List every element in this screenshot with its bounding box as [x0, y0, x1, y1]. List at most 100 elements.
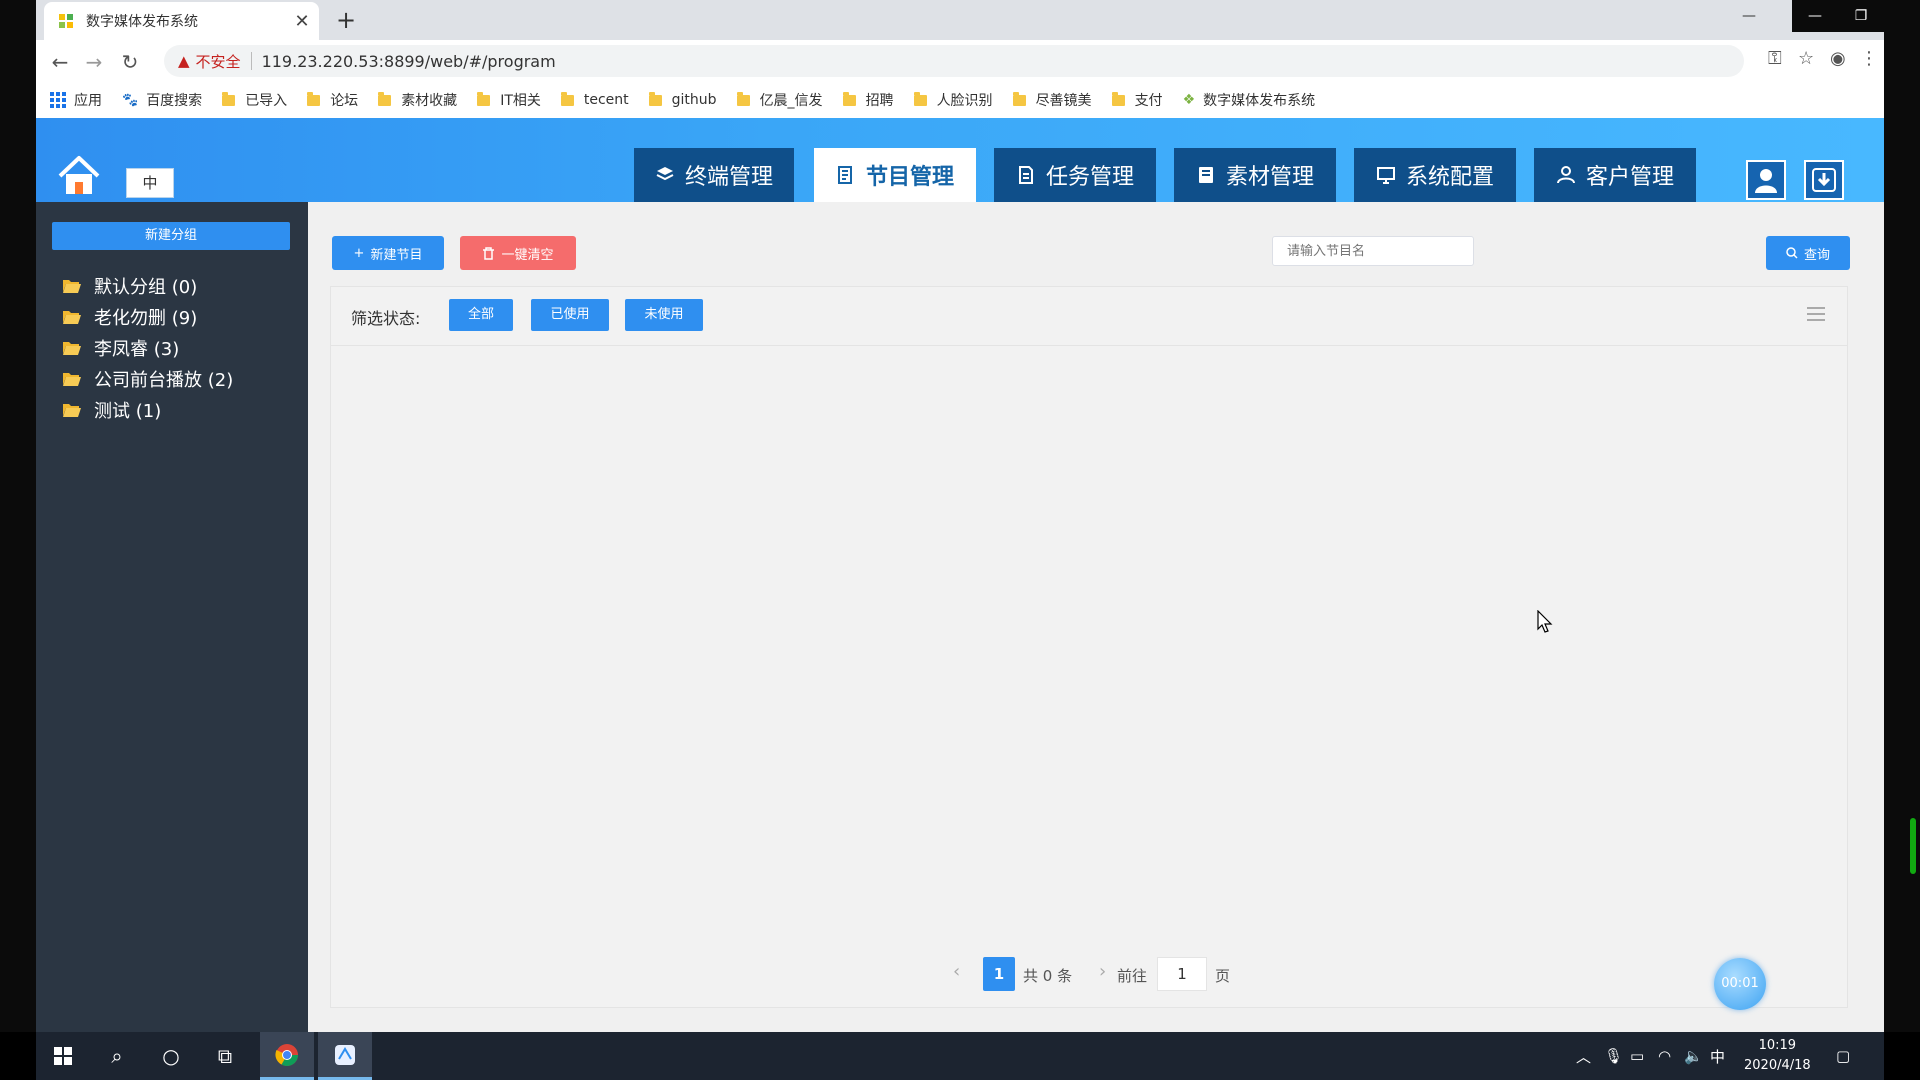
browser-window: 数字媒体发布系统 ✕ + — — ❐ ← → ↻ ▲ 不安全 119.23.22…	[36, 0, 1884, 1032]
bookmark-item[interactable]: 应用	[50, 90, 102, 110]
clock-time: 10:19	[1758, 1038, 1797, 1053]
cortana-icon[interactable]: ○	[144, 1032, 198, 1080]
filter-used-button[interactable]: 已使用	[531, 299, 609, 331]
group-tree-item[interactable]: 测试 (1)	[62, 394, 233, 425]
menu-dots-icon[interactable]: ⋮	[1860, 48, 1878, 69]
prev-page-icon[interactable]: ‹	[953, 961, 960, 982]
omnibox[interactable]: ▲ 不安全 119.23.220.53:8899/web/#/program	[164, 45, 1744, 77]
bookmark-item[interactable]: 招聘	[842, 90, 894, 110]
folder-icon	[648, 91, 662, 106]
notification-icon[interactable]: ▢	[1836, 1032, 1850, 1080]
group-tree-item[interactable]: 老化勿删 (9)	[62, 301, 233, 332]
chrome-taskbar-icon[interactable]	[260, 1032, 314, 1080]
wifi-icon[interactable]: ◠	[1658, 1032, 1671, 1080]
nav-tab-label: 素材管理	[1225, 165, 1314, 190]
ime-indicator[interactable]: 中	[1710, 1032, 1725, 1080]
key-icon[interactable]: ⚿	[1768, 48, 1782, 69]
nav-tab-label: 系统配置	[1405, 165, 1494, 190]
bookmark-item[interactable]: 人脸识别	[913, 90, 993, 110]
nav-tab-terminal[interactable]: 终端管理	[634, 148, 794, 202]
nav-tab-system[interactable]: 系统配置	[1354, 148, 1516, 202]
bookmark-item[interactable]: 已导入	[222, 90, 287, 110]
group-label: 默认分组 (0)	[94, 276, 198, 298]
program-search-input[interactable]	[1272, 236, 1474, 266]
bookmark-item[interactable]: 素材收藏	[378, 90, 457, 110]
next-page-icon[interactable]: ›	[1099, 961, 1106, 982]
new-program-label: 新建节目	[370, 247, 423, 263]
nav-tab-label: 终端管理	[684, 165, 773, 190]
filter-unused-button[interactable]: 未使用	[625, 299, 703, 331]
bookmark-label: 论坛	[330, 93, 359, 109]
folder-open-icon	[63, 372, 81, 386]
group-sidebar: 新建分组 默认分组 (0) 老化勿删 (9) 李凤睿 (3) 公司前台播放 (2) 测试…	[36, 202, 308, 1032]
bookmark-item[interactable]: ❖ 数字媒体发布系统	[1183, 90, 1316, 110]
nav-tab-task[interactable]: 任务管理	[994, 148, 1156, 202]
group-tree-item[interactable]: 公司前台播放 (2)	[62, 363, 233, 394]
download-button[interactable]	[1804, 160, 1844, 200]
profile-icon[interactable]: ◉	[1830, 48, 1846, 69]
bookmark-item[interactable]: github	[648, 91, 717, 108]
account-icon	[1755, 169, 1777, 193]
browser-tab[interactable]: 数字媒体发布系统 ✕	[44, 2, 319, 40]
bookmark-label: 素材收藏	[401, 93, 458, 109]
material-icon	[1198, 167, 1213, 183]
speaker-icon[interactable]: 🔈	[1684, 1032, 1703, 1080]
url-text[interactable]: 119.23.220.53:8899/web/#/program	[262, 52, 556, 71]
bookmark-item[interactable]: 🐾 百度搜索	[122, 90, 202, 110]
bookmark-item[interactable]: IT相关	[477, 90, 541, 110]
user-icon	[1556, 166, 1575, 184]
new-tab-icon[interactable]: +	[332, 6, 360, 34]
nav-tab-customer[interactable]: 客户管理	[1534, 148, 1696, 202]
bookmark-label: tecent	[583, 92, 629, 108]
goto-page-input[interactable]: 1	[1157, 957, 1207, 991]
folder-open-icon	[63, 341, 81, 355]
new-group-button[interactable]: 新建分组	[52, 222, 290, 250]
bookmark-item[interactable]: 支付	[1111, 90, 1163, 110]
microphone-icon[interactable]: 🎙	[1604, 1032, 1623, 1080]
goto-label: 前往	[1117, 967, 1148, 985]
bookmark-item[interactable]: 论坛	[307, 90, 358, 110]
forward-arrow-icon[interactable]: →	[80, 48, 108, 76]
folder-icon	[1012, 91, 1026, 106]
bookmark-label: IT相关	[500, 93, 541, 109]
group-tree-item[interactable]: 李凤睿 (3)	[62, 332, 233, 363]
star-icon[interactable]: ☆	[1798, 48, 1814, 69]
account-button[interactable]	[1746, 160, 1786, 200]
taskbar-clock[interactable]: 10:19 2020/4/18	[1744, 1036, 1811, 1076]
clear-all-button[interactable]: 一键清空	[460, 236, 576, 270]
taskbar-search-icon[interactable]: ⌕	[90, 1032, 144, 1080]
tab-close-icon[interactable]: ✕	[291, 11, 313, 32]
page-number-current[interactable]: 1	[983, 957, 1015, 991]
recording-timer[interactable]: 00:01	[1714, 958, 1766, 1010]
task-view-icon[interactable]: ⧉	[198, 1032, 252, 1080]
program-icon	[837, 166, 852, 184]
query-button[interactable]: 查询	[1766, 236, 1850, 270]
group-tree-item[interactable]: 默认分组 (0)	[62, 270, 233, 301]
nav-tab-program[interactable]: 节目管理	[814, 148, 976, 202]
back-arrow-icon[interactable]: ←	[46, 48, 74, 76]
bookmark-item[interactable]: 亿晨_信发	[736, 90, 823, 110]
reload-icon[interactable]: ↻	[116, 48, 144, 76]
filter-all-button[interactable]: 全部	[449, 299, 513, 331]
tab-strip: 数字媒体发布系统 ✕ + — — ❐	[36, 0, 1884, 40]
bookmark-label: 已导入	[245, 93, 288, 109]
window-minimize-icon[interactable]: —	[1792, 0, 1838, 32]
nav-tab-material[interactable]: 素材管理	[1174, 148, 1336, 202]
site-favicon-icon: ❖	[1182, 92, 1196, 108]
folder-icon	[736, 91, 750, 106]
column-menu-icon[interactable]	[1807, 307, 1825, 321]
new-program-button[interactable]: + 新建节目	[332, 236, 444, 270]
home-icon[interactable]	[56, 152, 102, 198]
language-switch[interactable]: 中	[126, 168, 174, 198]
windows-start-icon[interactable]	[36, 1032, 90, 1080]
bookmark-item[interactable]: 尽善镜美	[1012, 90, 1092, 110]
minimize-icon[interactable]: —	[1726, 0, 1772, 32]
window-restore-icon[interactable]: ❐	[1838, 0, 1884, 32]
omnibox-separator	[250, 52, 252, 70]
app-taskbar-icon[interactable]	[318, 1032, 372, 1080]
battery-icon[interactable]: ▭	[1630, 1032, 1644, 1080]
plus-icon: +	[353, 245, 365, 261]
bookmark-label: 应用	[74, 93, 102, 109]
tray-chevron-icon[interactable]: ︿	[1576, 1032, 1591, 1080]
bookmark-item[interactable]: tecent	[560, 91, 629, 108]
